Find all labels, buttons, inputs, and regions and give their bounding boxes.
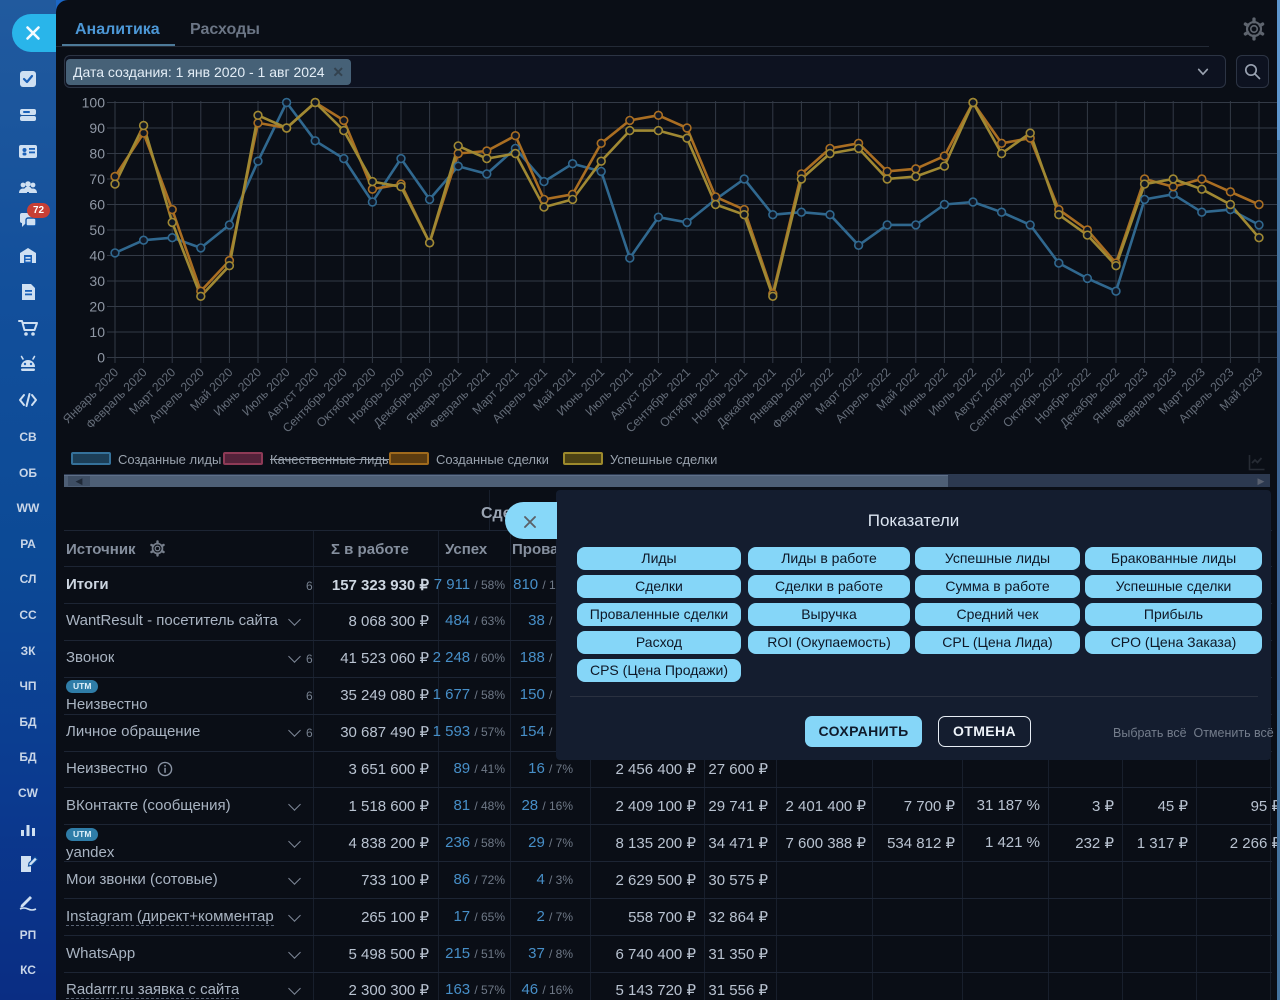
svg-text:70: 70	[89, 171, 105, 187]
svg-text:50: 50	[89, 222, 105, 238]
svg-text:0: 0	[97, 350, 105, 366]
svg-text:40: 40	[89, 248, 105, 264]
svg-text:30: 30	[89, 273, 105, 289]
svg-text:100: 100	[82, 95, 106, 111]
svg-text:20: 20	[89, 299, 105, 315]
svg-text:60: 60	[89, 197, 105, 213]
svg-text:80: 80	[89, 146, 105, 162]
svg-text:10: 10	[89, 324, 105, 340]
svg-text:90: 90	[89, 120, 105, 136]
